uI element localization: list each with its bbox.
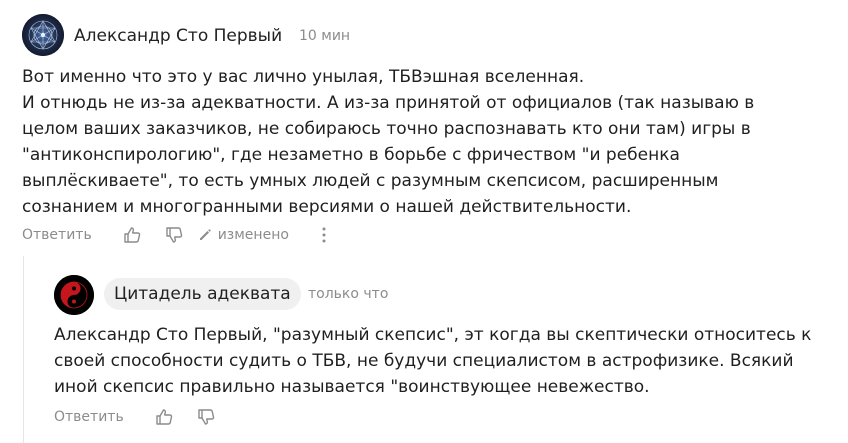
edited-label: изменено	[217, 227, 289, 243]
comment-text-line: сознанием и многогранными версиями о наш…	[22, 197, 632, 217]
reply-text: Александр Сто Первый, "разумный скепсис"…	[54, 322, 834, 400]
reply-text-line: своей способности судить о ТБВ, не будуч…	[54, 351, 794, 371]
reply-button[interactable]: Ответить	[54, 409, 124, 425]
comment-text-line: Вот именно что это у вас лично унылая, Т…	[22, 67, 585, 87]
reply-text-line: Александр Сто Первый, "разумный скепсис"…	[54, 325, 812, 345]
thread-line	[23, 256, 24, 443]
reply-timestamp: только что	[308, 286, 389, 302]
reply-author[interactable]: Цитадель адеквата	[104, 278, 301, 310]
comment-text-line: выплёскиваете", то есть умных людей с ра…	[22, 171, 719, 191]
thumbs-down-icon[interactable]	[196, 407, 216, 427]
comment-actions: Ответить изменено	[22, 224, 327, 246]
avatar[interactable]	[54, 275, 94, 315]
avatar[interactable]	[22, 14, 64, 56]
edited-indicator: изменено	[198, 227, 289, 243]
sacred-geometry-avatar-icon	[22, 14, 64, 56]
reply-button[interactable]: Ответить	[22, 227, 92, 243]
comment-text-line: "антиконспирологию", где незаметно в бор…	[22, 145, 680, 165]
comment-timestamp: 10 мин	[299, 28, 351, 44]
comment-text-line: целом ваших заказчиков, не собираюсь точ…	[22, 119, 751, 139]
comment-author[interactable]: Александр Сто Первый	[74, 26, 282, 46]
thumbs-down-icon[interactable]	[164, 225, 184, 245]
thumbs-up-icon[interactable]	[154, 407, 174, 427]
yin-yang-avatar-icon	[54, 275, 94, 315]
reply-text-line: иной скепсис правильно называется "воинс…	[54, 377, 650, 397]
thumbs-up-icon[interactable]	[122, 225, 142, 245]
reply-actions: Ответить	[54, 406, 216, 428]
comment-text: Вот именно что это у вас лично унылая, Т…	[22, 64, 822, 220]
comment-text-line: И отнюдь не из-за адекватности. А из-за …	[22, 93, 755, 113]
more-vertical-icon[interactable]	[321, 226, 327, 244]
pencil-icon	[199, 229, 211, 240]
